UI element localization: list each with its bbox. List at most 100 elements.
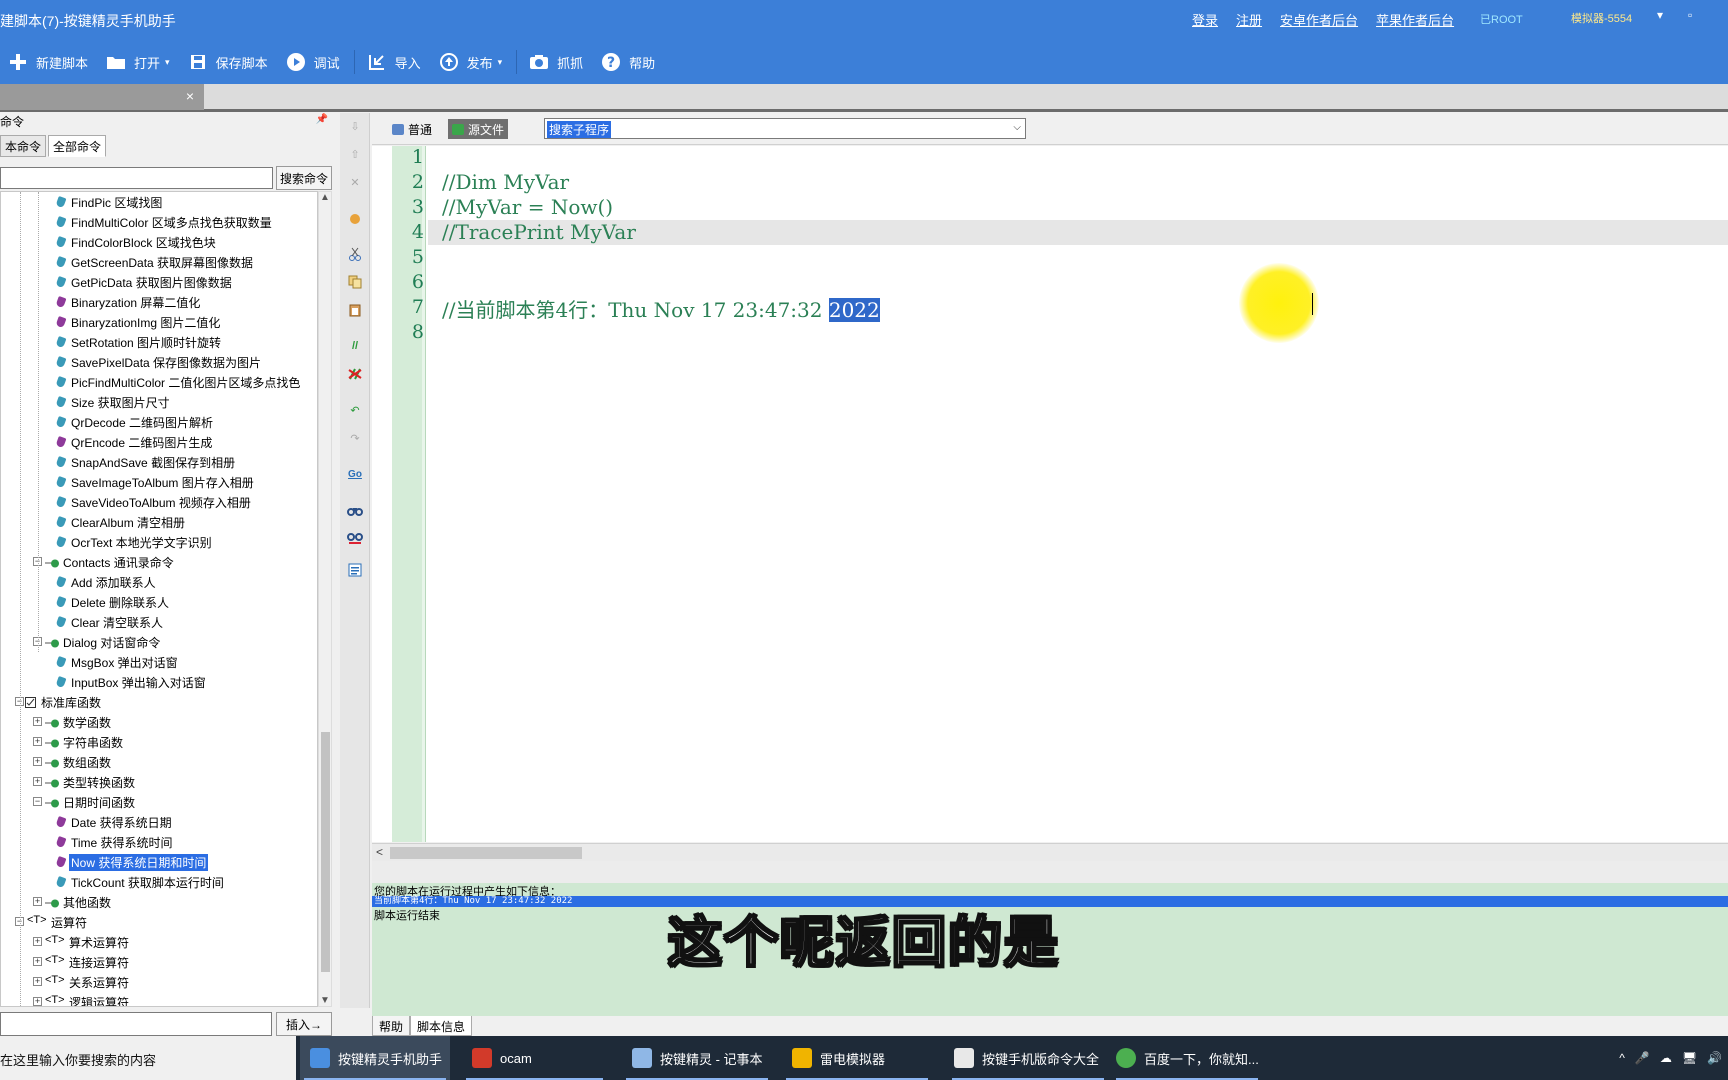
- tree-item[interactable]: − <T> 运算符: [1, 912, 317, 932]
- insert-button[interactable]: 插入→: [276, 1012, 332, 1036]
- tree-item[interactable]: InputBox 弹出输入对话窗: [1, 672, 317, 692]
- import-button[interactable]: 导入: [359, 40, 431, 84]
- tree-item[interactable]: + <T> 逻辑运算符: [1, 992, 317, 1006]
- taskbar-item-command-manual[interactable]: 按键手机版命令大全: [948, 1036, 1108, 1080]
- copy-icon[interactable]: [346, 273, 364, 291]
- expand-icon[interactable]: +: [33, 997, 42, 1006]
- arrow-up-icon[interactable]: ⇧: [346, 145, 364, 163]
- cloud-icon[interactable]: ☁: [1660, 1051, 1672, 1065]
- publish-button[interactable]: 发布 ▾: [431, 40, 513, 84]
- tree-item[interactable]: FindPic 区域找图: [1, 192, 317, 212]
- tab-script-info[interactable]: 脚本信息: [410, 1016, 473, 1036]
- tree-item[interactable]: − Dialog 对话窗命令: [1, 632, 317, 652]
- tree-item[interactable]: + 其他函数: [1, 892, 317, 912]
- code-editor[interactable]: 1 2 3 4 5 6 7 8 //Dim MyVar //MyVar = No…: [372, 146, 1728, 842]
- tree-item[interactable]: + 类型转换函数: [1, 772, 317, 792]
- tree-item[interactable]: Add 添加联系人: [1, 572, 317, 592]
- pin-icon[interactable]: 📌: [316, 114, 328, 125]
- tree-item[interactable]: TickCount 获取脚本运行时间: [1, 872, 317, 892]
- tree-item[interactable]: PicFindMultiColor 二值化图片区域多点找色: [1, 372, 317, 392]
- tree-item[interactable]: + <T> 关系运算符: [1, 972, 317, 992]
- volume-icon[interactable]: 🔊: [1707, 1051, 1722, 1065]
- tree-item[interactable]: SaveImageToAlbum 图片存入相册: [1, 472, 317, 492]
- tree-item[interactable]: FindColorBlock 区域找色块: [1, 232, 317, 252]
- tab-normal-view[interactable]: 普通: [388, 119, 436, 139]
- tab-all-commands[interactable]: 全部命令: [48, 135, 107, 157]
- delete-icon[interactable]: ✕: [346, 173, 364, 191]
- expand-icon[interactable]: +: [33, 957, 42, 966]
- tree-item[interactable]: OcrText 本地光学文字识别: [1, 532, 317, 552]
- find-icon[interactable]: [346, 501, 364, 519]
- open-button[interactable]: 打开 ▾: [98, 40, 180, 84]
- tree-item[interactable]: BinaryzationImg 图片二值化: [1, 312, 317, 332]
- android-author-link[interactable]: 安卓作者后台: [1280, 10, 1358, 29]
- tab-help[interactable]: 帮助: [372, 1016, 411, 1036]
- subroutine-select[interactable]: 搜索子程序 ⌵: [544, 118, 1026, 139]
- tree-item[interactable]: Size 获取图片尺寸: [1, 392, 317, 412]
- tree-item[interactable]: Binaryzation 屏幕二值化: [1, 292, 317, 312]
- tree-item[interactable]: SavePixelData 保存图像数据为图片: [1, 352, 317, 372]
- microphone-icon[interactable]: 🎤: [1635, 1051, 1650, 1065]
- simulator-label[interactable]: 模拟器-5554: [1571, 10, 1632, 26]
- tree-item[interactable]: SaveVideoToAlbum 视频存入相册: [1, 492, 317, 512]
- simulator-dropdown-icon[interactable]: ▾: [1657, 8, 1663, 22]
- expand-icon[interactable]: +: [33, 757, 42, 766]
- tree-item[interactable]: + <T> 连接运算符: [1, 952, 317, 972]
- expand-icon[interactable]: +: [33, 717, 42, 726]
- search-command-button[interactable]: 搜索命令: [276, 166, 332, 190]
- expand-icon[interactable]: +: [33, 897, 42, 906]
- insert-input[interactable]: [0, 1012, 272, 1036]
- scroll-thumb[interactable]: [390, 847, 582, 859]
- goto-icon[interactable]: Go: [346, 465, 364, 483]
- tree-item[interactable]: + 数学函数: [1, 712, 317, 732]
- expand-icon[interactable]: +: [33, 977, 42, 986]
- tree-item[interactable]: ClearAlbum 清空相册: [1, 512, 317, 532]
- taskbar-item-notepad[interactable]: 按键精灵 - 记事本: [622, 1036, 772, 1080]
- scroll-down-icon[interactable]: ▼: [320, 995, 330, 1006]
- taskbar-item-ldplayer[interactable]: 雷电模拟器: [782, 1036, 932, 1080]
- expand-icon[interactable]: +: [33, 937, 42, 946]
- arrow-down-icon[interactable]: ⇩: [346, 117, 364, 135]
- expand-icon[interactable]: +: [33, 777, 42, 786]
- splitter[interactable]: [372, 861, 1728, 883]
- cut-icon[interactable]: [346, 245, 364, 263]
- tree-item[interactable]: − 标准库函数: [1, 692, 317, 712]
- tree-item[interactable]: + 字符串函数: [1, 732, 317, 752]
- taskbar-item-assistant[interactable]: 按键精灵手机助手: [300, 1036, 450, 1080]
- tree-item[interactable]: SetRotation 图片顺时针旋转: [1, 332, 317, 352]
- save-script-button[interactable]: 保存脚本: [180, 40, 278, 84]
- tree-item[interactable]: Date 获得系统日期: [1, 812, 317, 832]
- hand-icon[interactable]: [346, 209, 364, 227]
- tree-item[interactable]: QrEncode 二维码图片生成: [1, 432, 317, 452]
- tree-item[interactable]: MsgBox 弹出对话窗: [1, 652, 317, 672]
- tab-basic-commands[interactable]: 本命令: [0, 135, 47, 157]
- new-script-button[interactable]: 新建脚本: [0, 40, 98, 84]
- tree-item[interactable]: GetScreenData 获取屏幕图像数据: [1, 252, 317, 272]
- apple-author-link[interactable]: 苹果作者后台: [1376, 10, 1454, 29]
- tree-item[interactable]: + 数组函数: [1, 752, 317, 772]
- tree-item[interactable]: − Contacts 通讯录命令: [1, 552, 317, 572]
- login-link[interactable]: 登录: [1192, 10, 1218, 29]
- capture-button[interactable]: 抓抓: [521, 40, 593, 84]
- tree-item[interactable]: SnapAndSave 截图保存到相册: [1, 452, 317, 472]
- tree-item[interactable]: Clear 清空联系人: [1, 612, 317, 632]
- tree-item[interactable]: Delete 删除联系人: [1, 592, 317, 612]
- close-icon[interactable]: ×: [186, 88, 194, 104]
- paste-icon[interactable]: [346, 301, 364, 319]
- taskbar-search[interactable]: 在这里输入你要搜索的内容: [0, 1036, 296, 1080]
- scroll-left-icon[interactable]: <: [376, 845, 383, 859]
- scroll-thumb[interactable]: [321, 732, 330, 972]
- taskbar-item-browser[interactable]: 百度一下，你就知...: [1112, 1036, 1262, 1080]
- properties-icon[interactable]: [346, 561, 364, 579]
- document-tab[interactable]: ×: [0, 84, 204, 110]
- scroll-up-icon[interactable]: ▲: [320, 192, 330, 203]
- tree-item[interactable]: + <T> 算术运算符: [1, 932, 317, 952]
- undo-icon[interactable]: ↶: [346, 401, 364, 419]
- tree-item[interactable]: Time 获得系统时间: [1, 832, 317, 852]
- restore-icon[interactable]: ▫: [1688, 8, 1692, 22]
- horizontal-scrollbar[interactable]: <: [372, 843, 1728, 861]
- tree-item[interactable]: Now 获得系统日期和时间: [1, 852, 317, 872]
- chevron-down-icon[interactable]: ⌵: [1013, 122, 1021, 133]
- uncomment-icon[interactable]: [346, 365, 364, 383]
- tree-scrollbar[interactable]: ▲ ▼: [318, 191, 332, 1007]
